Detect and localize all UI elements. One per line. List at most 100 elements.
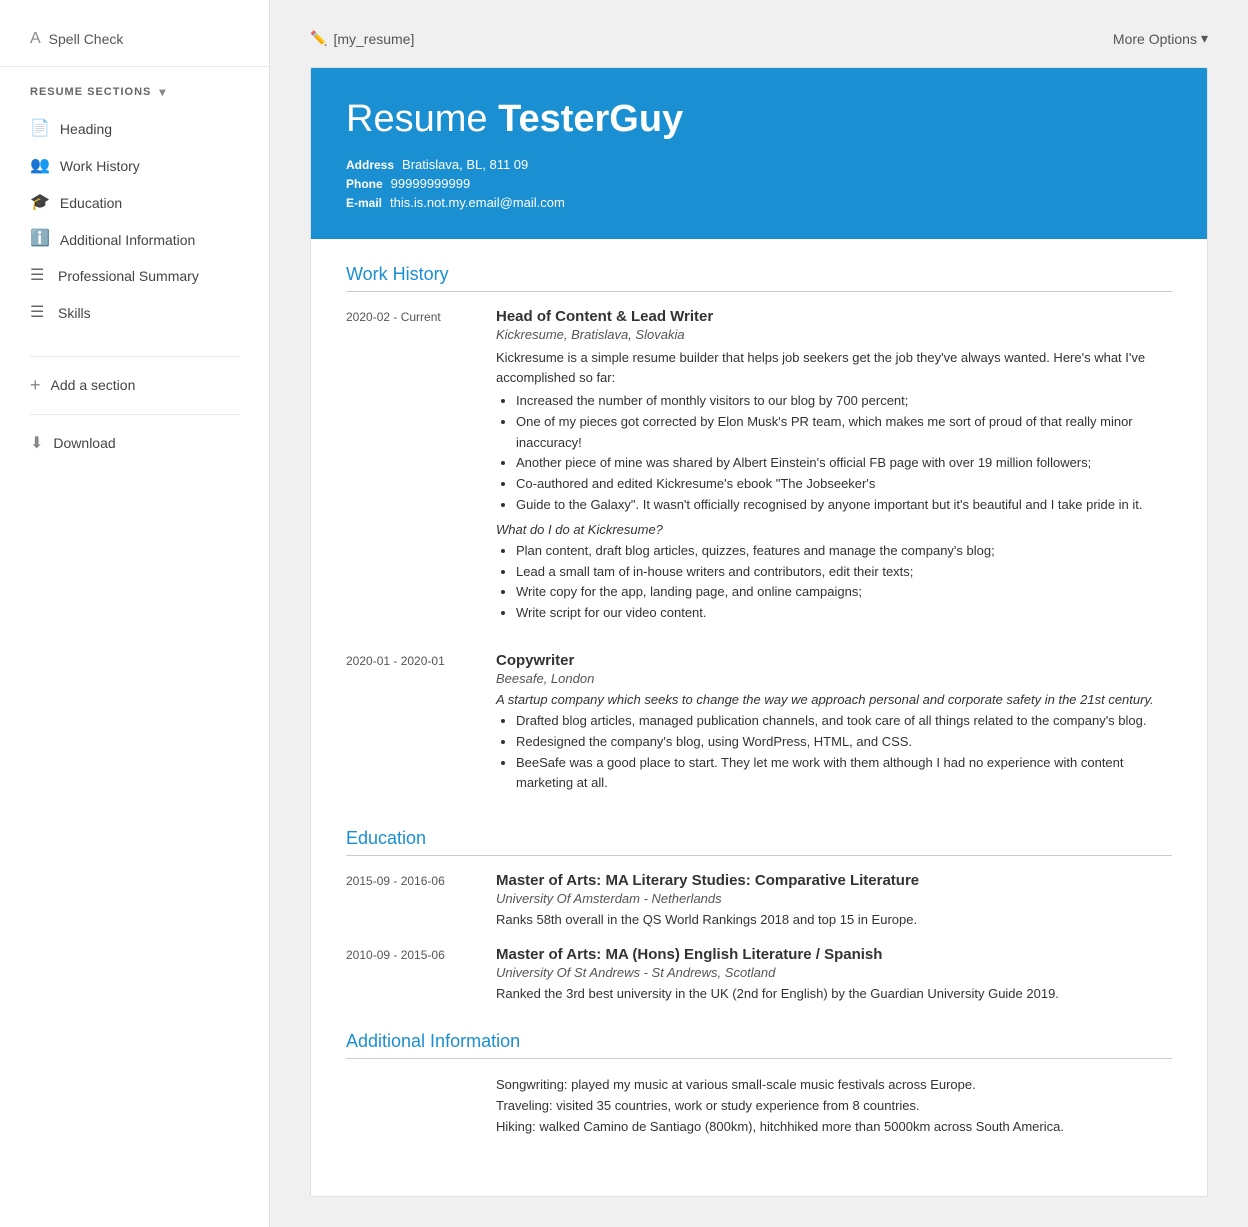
work-date-1: 2020-02 - Current — [346, 308, 476, 630]
sidebar-item-education[interactable]: 🎓 Education — [0, 185, 269, 222]
sidebar-item-label: Heading — [60, 120, 112, 138]
edu-description-2: Ranked the 3rd best university in the UK… — [496, 984, 1172, 1004]
sidebar: A Spell Check RESUME SECTIONS ▾ 📄 Headin… — [0, 0, 270, 1227]
spell-check-label: Spell Check — [49, 31, 124, 47]
education-section: Education 2015-09 - 2016-06 Master of Ar… — [346, 828, 1172, 1003]
work-italic-1: What do I do at Kickresume? — [496, 522, 1172, 537]
resume-title: Resume TesterGuy — [346, 98, 1172, 141]
contact-info: Address Bratislava, BL, 811 09 Phone 999… — [346, 157, 1172, 210]
professional-summary-icon: ☰ — [30, 266, 48, 287]
contact-email-row: E-mail this.is.not.my.email@mail.com — [346, 195, 1172, 210]
resume-body: Work History 2020-02 - Current Head of C… — [311, 239, 1207, 1196]
email-value: this.is.not.my.email@mail.com — [390, 195, 565, 210]
resume-header: Resume TesterGuy Address Bratislava, BL,… — [311, 68, 1207, 239]
address-value: Bratislava, BL, 811 09 — [402, 157, 528, 172]
sections-header-label: RESUME SECTIONS — [30, 86, 151, 98]
edu-description-1: Ranks 58th overall in the QS World Ranki… — [496, 910, 1172, 930]
resume-card: Resume TesterGuy Address Bratislava, BL,… — [310, 67, 1208, 1197]
sidebar-divider-2 — [30, 414, 239, 415]
list-item: Plan content, draft blog articles, quizz… — [516, 541, 1172, 562]
add-section-label: Add a section — [51, 377, 136, 393]
main-content: ✏️ [my_resume] More Options ▾ Resume Tes… — [270, 0, 1248, 1227]
work-history-title: Work History — [346, 264, 1172, 292]
list-item: Lead a small tam of in-house writers and… — [516, 562, 1172, 583]
sidebar-item-work-history[interactable]: 👥 Work History — [0, 148, 269, 185]
sidebar-item-additional-information[interactable]: ℹ️ Additional Information — [0, 221, 269, 258]
work-details-2: Copywriter Beesafe, London A startup com… — [496, 652, 1172, 800]
spell-check-button[interactable]: A Spell Check — [0, 20, 269, 67]
work-title-2: Copywriter — [496, 652, 1172, 669]
resume-title-name: TesterGuy — [498, 98, 683, 140]
work-history-icon: 👥 — [30, 156, 50, 177]
more-options-button[interactable]: More Options ▾ — [1113, 30, 1208, 47]
additional-entry: Songwriting: played my music at various … — [346, 1075, 1172, 1137]
additional-line-2: Traveling: visited 35 countries, work or… — [496, 1096, 1172, 1117]
edu-degree-1: Master of Arts: MA Literary Studies: Com… — [496, 872, 1172, 889]
download-icon: ⬇ — [30, 433, 43, 453]
add-section-button[interactable]: + Add a section — [0, 365, 269, 406]
list-item: Write script for our video content. — [516, 603, 1172, 624]
work-description-1: Kickresume is a simple resume builder th… — [496, 348, 1172, 387]
list-item: Guide to the Galaxy". It wasn't official… — [516, 495, 1172, 516]
sidebar-divider-1 — [30, 356, 239, 357]
resume-title-prefix: Resume — [346, 98, 498, 140]
work-entry-2: 2020-01 - 2020-01 Copywriter Beesafe, Lo… — [346, 652, 1172, 800]
list-item: Drafted blog articles, managed publicati… — [516, 711, 1172, 732]
edu-details-2: Master of Arts: MA (Hons) English Litera… — [496, 946, 1172, 1004]
work-italic-desc-2: A startup company which seeks to change … — [496, 692, 1172, 707]
sidebar-item-professional-summary[interactable]: ☰ Professional Summary — [0, 258, 269, 295]
sidebar-item-label: Education — [60, 194, 122, 212]
work-bullets-1a: Increased the number of monthly visitors… — [496, 391, 1172, 516]
pencil-icon: ✏️ — [310, 30, 327, 47]
sections-header: RESUME SECTIONS ▾ — [0, 85, 269, 111]
address-label: Address — [346, 158, 394, 172]
education-title: Education — [346, 828, 1172, 856]
more-options-label: More Options — [1113, 31, 1197, 47]
info-icon: ℹ️ — [30, 229, 50, 250]
work-company-2: Beesafe, London — [496, 671, 1172, 686]
list-item: One of my pieces got corrected by Elon M… — [516, 412, 1172, 454]
education-icon: 🎓 — [30, 193, 50, 214]
work-bullets-2: Drafted blog articles, managed publicati… — [496, 711, 1172, 794]
additional-title: Additional Information — [346, 1031, 1172, 1059]
download-label: Download — [53, 435, 115, 451]
sidebar-item-label: Work History — [60, 157, 140, 175]
more-options-chevron-icon: ▾ — [1201, 30, 1208, 47]
contact-phone-row: Phone 99999999999 — [346, 176, 1172, 191]
list-item: BeeSafe was a good place to start. They … — [516, 753, 1172, 795]
additional-section: Additional Information Songwriting: play… — [346, 1031, 1172, 1137]
work-history-section: Work History 2020-02 - Current Head of C… — [346, 264, 1172, 800]
phone-label: Phone — [346, 177, 383, 191]
work-date-2: 2020-01 - 2020-01 — [346, 652, 476, 800]
edu-entry-2: 2010-09 - 2015-06 Master of Arts: MA (Ho… — [346, 946, 1172, 1004]
contact-address-row: Address Bratislava, BL, 811 09 — [346, 157, 1172, 172]
email-label: E-mail — [346, 196, 382, 210]
work-details-1: Head of Content & Lead Writer Kickresume… — [496, 308, 1172, 630]
skills-icon: ☰ — [30, 303, 48, 324]
work-company-1: Kickresume, Bratislava, Slovakia — [496, 327, 1172, 342]
file-name[interactable]: ✏️ [my_resume] — [310, 30, 414, 47]
heading-icon: 📄 — [30, 119, 50, 140]
sidebar-item-label: Skills — [58, 304, 91, 322]
list-item: Co-authored and edited Kickresume's eboo… — [516, 474, 1172, 495]
additional-line-3: Hiking: walked Camino de Santiago (800km… — [496, 1117, 1172, 1138]
chevron-down-icon: ▾ — [159, 85, 166, 99]
list-item: Redesigned the company's blog, using Wor… — [516, 732, 1172, 753]
list-item: Increased the number of monthly visitors… — [516, 391, 1172, 412]
sidebar-nav: 📄 Heading 👥 Work History 🎓 Education ℹ️ … — [0, 111, 269, 348]
additional-spacer — [346, 1075, 476, 1137]
sidebar-item-label: Additional Information — [60, 231, 195, 249]
edu-entry-1: 2015-09 - 2016-06 Master of Arts: MA Lit… — [346, 872, 1172, 930]
work-entry-1: 2020-02 - Current Head of Content & Lead… — [346, 308, 1172, 630]
sidebar-item-heading[interactable]: 📄 Heading — [0, 111, 269, 148]
list-item: Another piece of mine was shared by Albe… — [516, 453, 1172, 474]
sidebar-item-label: Professional Summary — [58, 267, 199, 285]
phone-value: 99999999999 — [391, 176, 471, 191]
filename-text: [my_resume] — [333, 31, 414, 47]
additional-line-1: Songwriting: played my music at various … — [496, 1075, 1172, 1096]
sidebar-item-skills[interactable]: ☰ Skills — [0, 295, 269, 332]
download-button[interactable]: ⬇ Download — [0, 423, 269, 463]
plus-icon: + — [30, 375, 41, 396]
edu-details-1: Master of Arts: MA Literary Studies: Com… — [496, 872, 1172, 930]
edu-date-2: 2010-09 - 2015-06 — [346, 946, 476, 1004]
